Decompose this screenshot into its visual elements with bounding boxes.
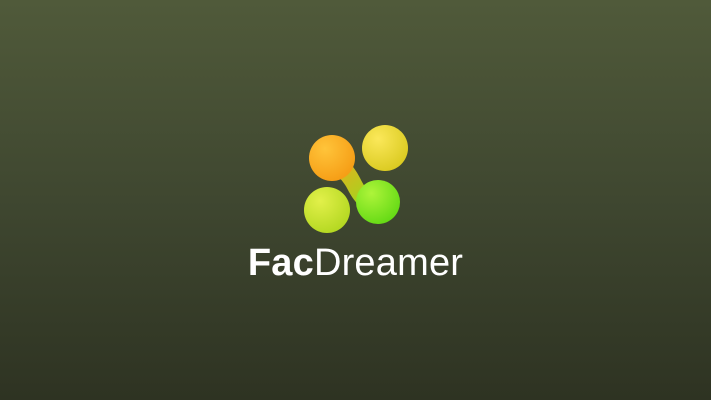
app-wordmark: FacDreamer [0, 240, 711, 286]
molecule-blobs-icon [304, 125, 408, 233]
app-name-regular: Dreamer [313, 242, 464, 284]
app-name-bold: Fac [247, 242, 314, 284]
splash-screen: FacDreamer [0, 0, 711, 400]
